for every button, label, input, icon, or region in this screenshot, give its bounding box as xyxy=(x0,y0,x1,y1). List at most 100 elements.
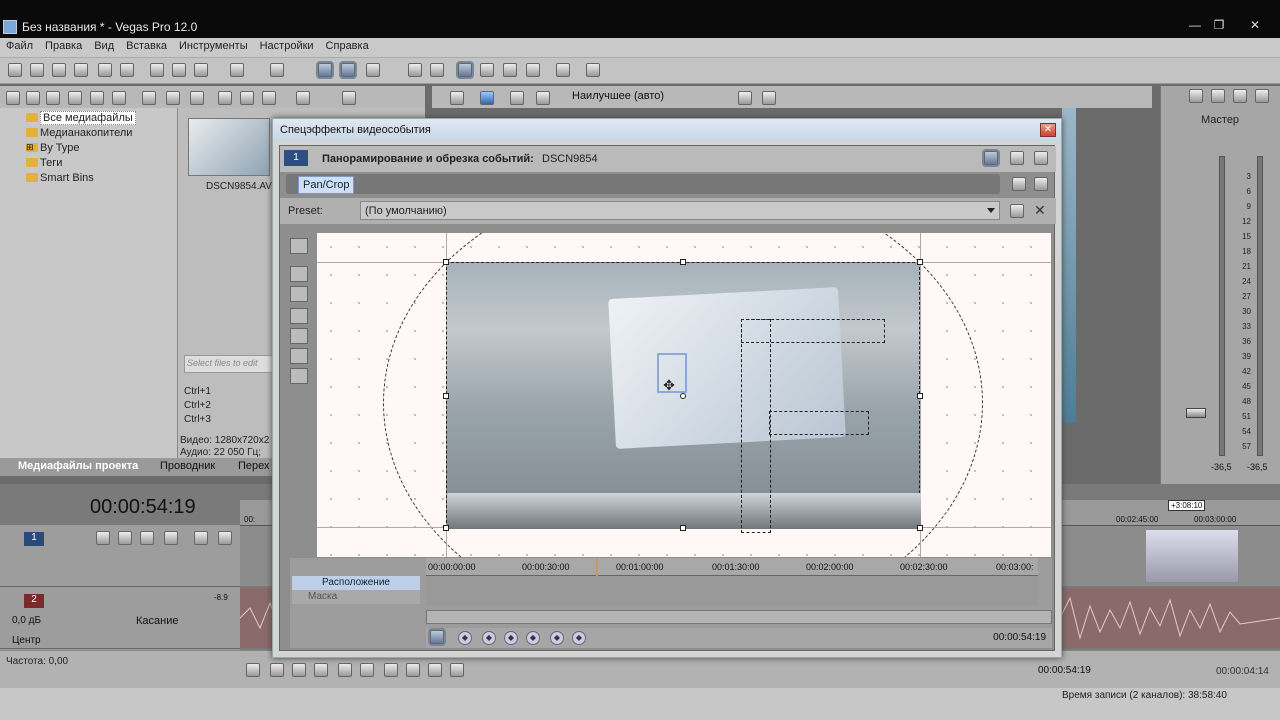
expand-icon[interactable]: ⊞ xyxy=(26,142,34,153)
track-fx-icon[interactable] xyxy=(140,531,154,545)
tree-all-media[interactable]: Все медиафайлы xyxy=(26,111,136,125)
move-freely-icon[interactable] xyxy=(290,368,308,384)
tree-media-bins[interactable]: Медианакопители xyxy=(26,127,132,139)
video-event[interactable] xyxy=(1146,530,1238,582)
preset-select[interactable]: (По умолчанию) xyxy=(360,201,1000,220)
refresh-icon[interactable] xyxy=(26,91,40,105)
resize-handle[interactable] xyxy=(443,259,449,265)
menu-options[interactable]: Настройки xyxy=(254,38,320,52)
center-handle[interactable] xyxy=(680,393,686,399)
selection-tool-icon[interactable] xyxy=(503,63,517,77)
enable-snapping-icon[interactable] xyxy=(556,63,570,77)
pause-icon[interactable] xyxy=(338,663,352,677)
dialog-close-button[interactable]: ✕ xyxy=(1040,123,1056,137)
pan-crop-workspace[interactable]: ✥ xyxy=(317,233,1051,557)
video-track-header[interactable]: 1 xyxy=(0,525,240,587)
prev-frame-icon[interactable] xyxy=(428,663,442,677)
save-as-icon[interactable] xyxy=(74,63,88,77)
views-menu-icon[interactable] xyxy=(296,91,310,105)
zoom-tool-icon[interactable] xyxy=(526,63,540,77)
menu-file[interactable]: Файл xyxy=(0,38,39,52)
auto-ripple-icon[interactable] xyxy=(366,63,380,77)
record-icon[interactable] xyxy=(246,663,260,677)
delete-keyframe-button[interactable]: ◆ xyxy=(572,631,586,645)
tab-transitions[interactable]: Перех xyxy=(238,460,270,472)
go-start-icon[interactable] xyxy=(384,663,398,677)
menu-insert[interactable]: Вставка xyxy=(120,38,173,52)
up-folder-icon[interactable] xyxy=(6,91,20,105)
prev-keyframe-button[interactable]: ◆ xyxy=(482,631,496,645)
master-fx-icon[interactable] xyxy=(1211,89,1225,103)
last-keyframe-button[interactable]: ◆ xyxy=(526,631,540,645)
go-end-icon[interactable] xyxy=(406,663,420,677)
fx-chain-pan-crop[interactable]: Pan/Crop xyxy=(298,176,355,194)
media-search-input[interactable]: Select files to edit xyxy=(184,355,279,373)
sync-cursor-icon[interactable] xyxy=(430,630,444,644)
save-icon[interactable] xyxy=(52,63,66,77)
resize-handle[interactable] xyxy=(680,259,686,265)
resize-handle[interactable] xyxy=(443,525,449,531)
views-icon[interactable] xyxy=(190,91,204,105)
first-keyframe-button[interactable]: ◆ xyxy=(458,631,472,645)
normal-edit-tool-icon[interactable] xyxy=(290,238,308,254)
close-button[interactable]: ✕ xyxy=(1244,18,1266,34)
help-pointer-icon[interactable] xyxy=(586,63,600,77)
video-frame[interactable]: ✥ xyxy=(443,259,923,533)
master-mute-icon[interactable] xyxy=(1233,89,1247,103)
new-icon[interactable] xyxy=(8,63,22,77)
tree-by-type[interactable]: By Type xyxy=(26,142,80,154)
layout-grid-icon[interactable] xyxy=(1034,151,1048,165)
normal-edit-icon[interactable] xyxy=(458,63,472,77)
media-fx-icon[interactable] xyxy=(112,91,126,105)
mask-shape[interactable] xyxy=(741,319,885,343)
properties-icon[interactable] xyxy=(120,63,134,77)
envelope-tool-icon[interactable] xyxy=(480,63,494,77)
capture-icon[interactable] xyxy=(68,91,82,105)
menu-tools[interactable]: Инструменты xyxy=(173,38,254,52)
fit-frame-icon[interactable] xyxy=(290,328,308,344)
magic-wand-icon[interactable] xyxy=(290,308,308,324)
resize-handle[interactable] xyxy=(917,393,923,399)
tab-project-media[interactable]: Медиафайлы проекта xyxy=(18,460,138,472)
add-keyframe-button[interactable]: ◆ xyxy=(550,631,564,645)
import-icon[interactable] xyxy=(46,91,60,105)
track-gear-icon[interactable] xyxy=(164,531,178,545)
master-solo-icon[interactable] xyxy=(1255,89,1269,103)
layout-split-icon[interactable] xyxy=(1010,151,1024,165)
open-icon[interactable] xyxy=(30,63,44,77)
play-icon[interactable] xyxy=(314,663,328,677)
track-compositing-icon[interactable] xyxy=(118,531,132,545)
resize-handle[interactable] xyxy=(917,259,923,265)
save-snapshot-icon[interactable] xyxy=(762,91,776,105)
auto-preview-icon[interactable] xyxy=(262,91,276,105)
edit-tool-icon[interactable] xyxy=(341,63,355,77)
mask-shape[interactable] xyxy=(769,411,869,435)
track-mute-icon[interactable] xyxy=(194,531,208,545)
keyframe-scrollbar[interactable] xyxy=(426,610,1052,624)
layout-single-icon[interactable] xyxy=(984,151,998,165)
media-thumbnail[interactable] xyxy=(188,118,270,176)
tree-tags[interactable]: Теги xyxy=(26,157,62,169)
resize-handle[interactable] xyxy=(917,525,923,531)
loop-icon[interactable] xyxy=(270,663,284,677)
delete-preset-icon[interactable]: ✕ xyxy=(1034,202,1046,219)
external-monitor-icon[interactable] xyxy=(480,91,494,105)
snap-icon[interactable] xyxy=(318,63,332,77)
remove-plugin-icon[interactable] xyxy=(1034,177,1048,191)
search-icon[interactable] xyxy=(342,91,356,105)
overlays-icon[interactable] xyxy=(536,91,550,105)
copy-icon[interactable] xyxy=(172,63,186,77)
stop-icon[interactable] xyxy=(240,91,254,105)
redo-icon[interactable] xyxy=(270,63,284,77)
next-keyframe-button[interactable]: ◆ xyxy=(504,631,518,645)
maximize-button[interactable]: ❐ xyxy=(1208,18,1230,34)
cut-icon[interactable] xyxy=(150,63,164,77)
play-icon[interactable] xyxy=(218,91,232,105)
master-fader[interactable] xyxy=(1186,408,1206,418)
preview-quality-select[interactable]: Наилучшее (авто) xyxy=(572,90,664,102)
tab-explorer[interactable]: Проводник xyxy=(160,460,215,472)
keyframe-lane[interactable] xyxy=(426,576,1038,606)
next-frame-icon[interactable] xyxy=(450,663,464,677)
properties-small-icon[interactable] xyxy=(166,91,180,105)
mask-shape[interactable] xyxy=(741,319,771,533)
